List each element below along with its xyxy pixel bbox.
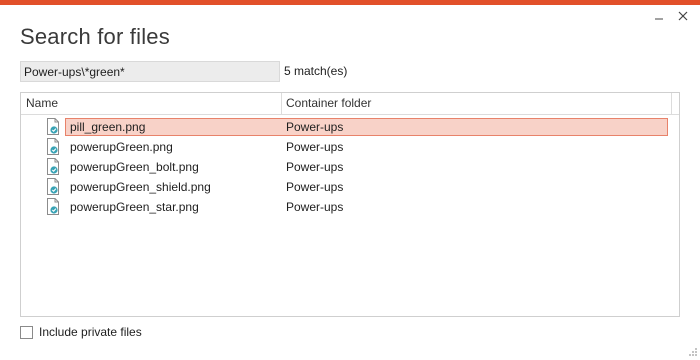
container-folder: Power-ups xyxy=(286,180,344,194)
window-accent-bar xyxy=(0,0,700,5)
image-file-icon xyxy=(47,198,59,215)
file-name: pill_green.png xyxy=(70,120,146,134)
container-folder: Power-ups xyxy=(286,120,344,134)
image-file-icon xyxy=(47,158,59,175)
resize-grip-icon[interactable] xyxy=(686,346,698,358)
table-row[interactable]: powerupGreen_shield.png Power-ups xyxy=(21,177,679,197)
column-header-name[interactable]: Name xyxy=(26,93,281,114)
minimize-button[interactable] xyxy=(651,8,667,24)
table-row[interactable]: powerupGreen_star.png Power-ups xyxy=(21,197,679,217)
image-file-icon xyxy=(47,138,59,155)
dialog-title: Search for files xyxy=(20,24,170,49)
table-row[interactable]: powerupGreen.png Power-ups xyxy=(21,137,679,157)
close-icon xyxy=(678,11,688,21)
file-name: powerupGreen_star.png xyxy=(70,200,199,214)
include-private-checkbox[interactable] xyxy=(20,326,33,339)
file-name: powerupGreen.png xyxy=(70,140,173,154)
include-private-label: Include private files xyxy=(39,325,142,339)
container-folder: Power-ups xyxy=(286,160,344,174)
image-file-icon xyxy=(47,178,59,195)
selection-highlight xyxy=(65,118,668,136)
list-header: Name Container folder xyxy=(21,93,679,115)
table-row[interactable]: pill_green.png Power-ups xyxy=(21,117,679,137)
container-folder: Power-ups xyxy=(286,140,344,154)
file-name: powerupGreen_shield.png xyxy=(70,180,211,194)
table-row[interactable]: powerupGreen_bolt.png Power-ups xyxy=(21,157,679,177)
close-button[interactable] xyxy=(675,8,691,24)
column-divider[interactable] xyxy=(281,93,282,114)
container-folder: Power-ups xyxy=(286,200,344,214)
image-file-icon xyxy=(47,118,59,135)
results-list[interactable]: Name Container folder pill_green.png Powe… xyxy=(20,92,680,317)
minimize-icon xyxy=(655,18,663,20)
column-header-container-folder[interactable]: Container folder xyxy=(286,93,666,114)
file-name: powerupGreen_bolt.png xyxy=(70,160,199,174)
search-input[interactable] xyxy=(20,61,280,82)
column-divider[interactable] xyxy=(671,93,672,114)
match-count: 5 match(es) xyxy=(284,64,348,78)
